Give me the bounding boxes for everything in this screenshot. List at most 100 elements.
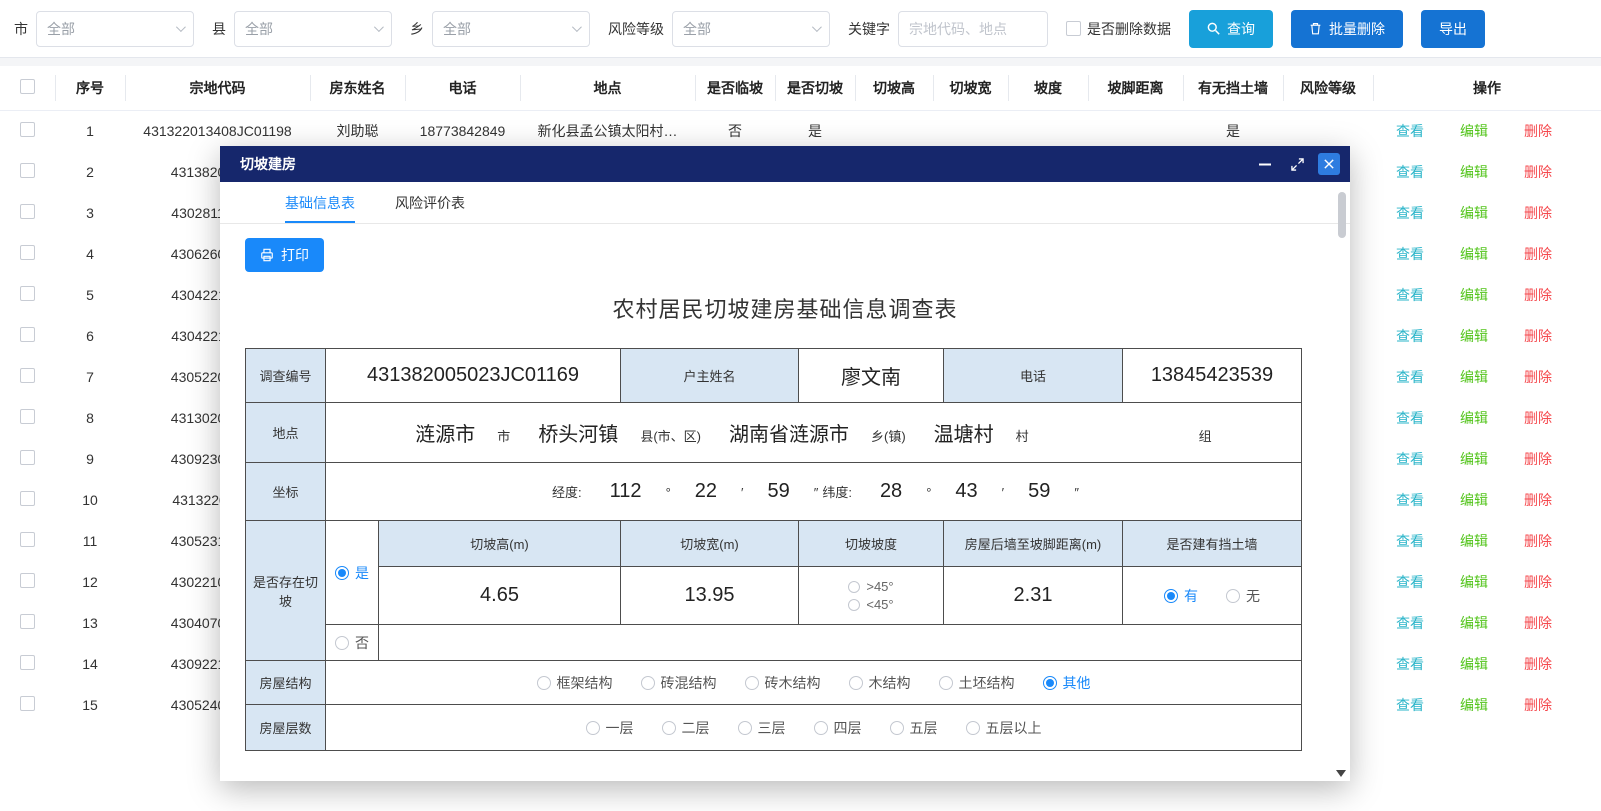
floors-option[interactable]: 五层以上	[966, 718, 1042, 738]
delete-link[interactable]: 删除	[1524, 326, 1552, 346]
view-link[interactable]: 查看	[1396, 162, 1424, 182]
row-checkbox[interactable]	[20, 409, 35, 424]
row-checkbox[interactable]	[20, 450, 35, 465]
keyword-input[interactable]	[898, 11, 1048, 47]
delete-link[interactable]: 删除	[1524, 695, 1552, 715]
checkbox-icon[interactable]	[1066, 21, 1081, 36]
scrollbar-thumb[interactable]	[1338, 192, 1346, 238]
select-all-checkbox[interactable]	[20, 79, 35, 94]
longitude-degrees[interactable]: 112	[610, 480, 642, 502]
edit-link[interactable]: 编辑	[1460, 285, 1488, 305]
row-checkbox[interactable]	[20, 696, 35, 711]
view-link[interactable]: 查看	[1396, 572, 1424, 592]
edit-link[interactable]: 编辑	[1460, 121, 1488, 141]
query-button[interactable]: 查询	[1189, 10, 1273, 48]
row-checkbox[interactable]	[20, 655, 35, 670]
cut-width-value[interactable]: 13.95	[621, 567, 799, 625]
edit-link[interactable]: 编辑	[1460, 490, 1488, 510]
delete-link[interactable]: 删除	[1524, 285, 1552, 305]
location-value[interactable]: 湖南省涟源市	[729, 418, 849, 447]
view-link[interactable]: 查看	[1396, 613, 1424, 633]
structure-option[interactable]: 木结构	[849, 673, 911, 693]
view-link[interactable]: 查看	[1396, 326, 1424, 346]
location-value[interactable]: 涟源市	[415, 418, 475, 447]
view-link[interactable]: 查看	[1396, 531, 1424, 551]
toe-distance-value[interactable]: 2.31	[944, 567, 1123, 625]
edit-link[interactable]: 编辑	[1460, 367, 1488, 387]
floors-option[interactable]: 五层	[890, 718, 938, 738]
longitude-minutes[interactable]: 22	[695, 480, 717, 502]
delete-link[interactable]: 删除	[1524, 449, 1552, 469]
row-checkbox[interactable]	[20, 614, 35, 629]
delete-link[interactable]: 删除	[1524, 654, 1552, 674]
view-link[interactable]: 查看	[1396, 490, 1424, 510]
view-link[interactable]: 查看	[1396, 367, 1424, 387]
edit-link[interactable]: 编辑	[1460, 695, 1488, 715]
delete-link[interactable]: 删除	[1524, 408, 1552, 428]
edit-link[interactable]: 编辑	[1460, 244, 1488, 264]
location-value[interactable]: 温塘村	[934, 418, 994, 447]
edit-link[interactable]: 编辑	[1460, 408, 1488, 428]
cut-height-value[interactable]: 4.65	[379, 567, 621, 625]
latitude-degrees[interactable]: 28	[880, 480, 902, 502]
view-link[interactable]: 查看	[1396, 285, 1424, 305]
view-link[interactable]: 查看	[1396, 203, 1424, 223]
delete-link[interactable]: 删除	[1524, 203, 1552, 223]
structure-option[interactable]: 砖混结构	[641, 673, 717, 693]
row-checkbox[interactable]	[20, 491, 35, 506]
cut-slope-no-option[interactable]: 否	[335, 633, 369, 653]
delete-link[interactable]: 删除	[1524, 244, 1552, 264]
survey-no-value[interactable]: 431382005023JC01169	[326, 349, 621, 403]
slope-option[interactable]: <45°	[848, 597, 893, 612]
view-link[interactable]: 查看	[1396, 654, 1424, 674]
latitude-minutes[interactable]: 43	[955, 480, 977, 502]
tab-basic-info[interactable]: 基础信息表	[285, 182, 355, 223]
location-value[interactable]: 桥头河镇	[538, 418, 618, 447]
floors-option[interactable]: 四层	[814, 718, 862, 738]
delete-link[interactable]: 删除	[1524, 367, 1552, 387]
edit-link[interactable]: 编辑	[1460, 572, 1488, 592]
view-link[interactable]: 查看	[1396, 121, 1424, 141]
township-select[interactable]: 全部	[432, 11, 590, 47]
edit-link[interactable]: 编辑	[1460, 162, 1488, 182]
row-checkbox[interactable]	[20, 163, 35, 178]
view-link[interactable]: 查看	[1396, 695, 1424, 715]
wall-option[interactable]: 无	[1226, 586, 1260, 606]
modal-scrollbar[interactable]	[1337, 184, 1347, 765]
structure-option[interactable]: 土坯结构	[939, 673, 1015, 693]
edit-link[interactable]: 编辑	[1460, 654, 1488, 674]
delete-link[interactable]: 删除	[1524, 531, 1552, 551]
phone-value[interactable]: 13845423539	[1123, 349, 1302, 403]
export-button[interactable]: 导出	[1421, 10, 1485, 48]
structure-option[interactable]: 砖木结构	[745, 673, 821, 693]
close-button[interactable]	[1318, 153, 1340, 175]
row-checkbox[interactable]	[20, 286, 35, 301]
floors-option[interactable]: 三层	[738, 718, 786, 738]
batch-delete-button[interactable]: 批量删除	[1291, 10, 1403, 48]
cut-slope-yes-option[interactable]: 是	[335, 563, 369, 583]
modal-header[interactable]: 切坡建房	[220, 146, 1350, 182]
minimize-button[interactable]	[1254, 153, 1276, 175]
delete-data-toggle[interactable]: 是否删除数据	[1066, 19, 1171, 39]
maximize-button[interactable]	[1286, 153, 1308, 175]
floors-option[interactable]: 二层	[662, 718, 710, 738]
longitude-seconds[interactable]: 59	[767, 480, 789, 502]
edit-link[interactable]: 编辑	[1460, 531, 1488, 551]
latitude-seconds[interactable]: 59	[1028, 480, 1050, 502]
print-button[interactable]: 打印	[245, 238, 324, 272]
edit-link[interactable]: 编辑	[1460, 449, 1488, 469]
row-checkbox[interactable]	[20, 245, 35, 260]
delete-link[interactable]: 删除	[1524, 572, 1552, 592]
scroll-down-button[interactable]	[1336, 770, 1346, 777]
slope-option[interactable]: >45°	[848, 579, 893, 594]
row-checkbox[interactable]	[20, 122, 35, 137]
delete-link[interactable]: 删除	[1524, 490, 1552, 510]
structure-option[interactable]: 框架结构	[537, 673, 613, 693]
delete-link[interactable]: 删除	[1524, 162, 1552, 182]
structure-option[interactable]: 其他	[1043, 673, 1091, 693]
risk-level-select[interactable]: 全部	[672, 11, 830, 47]
edit-link[interactable]: 编辑	[1460, 326, 1488, 346]
delete-link[interactable]: 删除	[1524, 121, 1552, 141]
view-link[interactable]: 查看	[1396, 449, 1424, 469]
county-select[interactable]: 全部	[234, 11, 392, 47]
